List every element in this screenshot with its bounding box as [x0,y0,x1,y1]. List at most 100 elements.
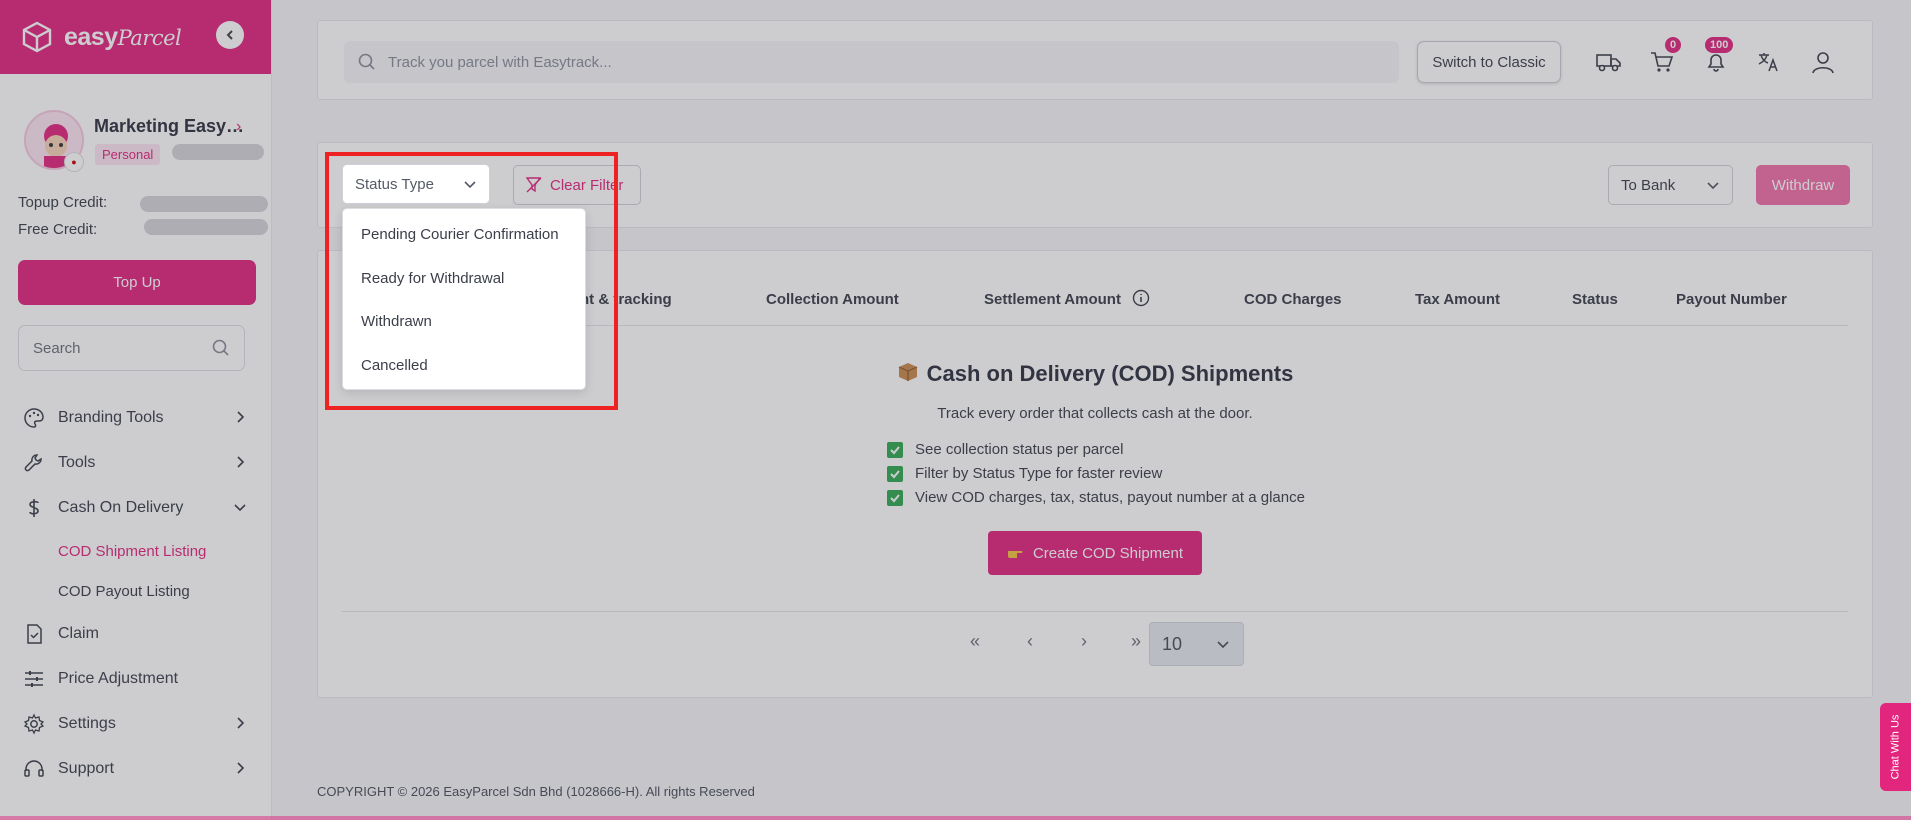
top-bar: Switch to Classic 0 100 [317,20,1873,100]
sidebar-item-cod-payout-listing[interactable]: COD Payout Listing [58,583,190,600]
search-icon [212,339,230,357]
settlement-amount-label: Settlement Amount [984,291,1121,308]
status-type-select[interactable]: Status Type [342,164,490,204]
dollar-icon [22,496,46,520]
chat-label: Chat With Us [1889,714,1902,780]
column-header-status[interactable]: Status [1572,291,1618,308]
clear-filter-label: Clear Filter [550,176,624,194]
info-icon[interactable] [1132,289,1150,307]
first-page-icon[interactable]: « [961,627,989,655]
sidebar-item-label: Support [58,760,115,777]
chevron-right-icon[interactable]: › [236,118,241,136]
sidebar-item-settings[interactable]: Settings [22,711,248,737]
feature-item: Filter by Status Type for faster review [887,465,1162,482]
feature-text: Filter by Status Type for faster review [915,465,1163,482]
easytrack-input[interactable] [388,53,1288,71]
last-page-icon[interactable]: » [1122,627,1150,655]
search-placeholder: Search [33,339,81,357]
cart-count-badge: 0 [1665,37,1682,53]
palette-icon [22,406,46,430]
sidebar-item-cash-on-delivery[interactable]: Cash On Delivery [22,495,248,521]
switch-to-classic-button[interactable]: Switch to Classic [1417,41,1561,83]
chevron-right-icon [232,760,248,776]
column-header-collection-amount[interactable]: Collection Amount [766,291,899,308]
status-option-pending-courier-confirmation[interactable]: Pending Courier Confirmation [361,226,559,243]
box-logo-icon [20,20,54,54]
headset-icon [22,757,46,781]
easytrack-search-field[interactable] [344,41,1399,83]
sidebar: easyParcel ● Marketing Easy… › Personal … [0,0,272,820]
package-icon [897,361,919,383]
footer-copyright: COPYRIGHT © 2026 EasyParcel Sdn Bhd (102… [317,784,755,799]
logo-bar: easyParcel [0,0,271,74]
sidebar-item-label: Tools [58,454,96,471]
column-header-shipment-tracking[interactable]: nt & tracking [580,291,672,308]
checkmark-icon [887,489,903,506]
sidebar-item-branding-tools[interactable]: Branding Tools [22,405,248,431]
brand-logo[interactable]: easyParcel [64,23,182,52]
collapse-sidebar-button[interactable] [216,21,244,49]
feature-text: View COD charges, tax, status, payout nu… [915,489,1305,506]
bottom-accent-bar [0,816,1911,820]
bell-icon[interactable]: 100 [1701,37,1734,77]
chevron-down-icon [1215,636,1231,652]
status-option-withdrawn[interactable]: Withdrawn [361,313,432,330]
topup-credit-label: Topup Credit: [18,194,108,211]
column-header-cod-charges[interactable]: COD Charges [1244,291,1342,308]
account-type-badge: Personal [95,144,161,165]
gear-icon [22,712,46,736]
chevron-right-icon [232,454,248,470]
sidebar-item-label: Settings [58,715,116,732]
free-credit-label: Free Credit: [18,221,98,238]
truck-icon[interactable] [1594,47,1624,77]
chevron-down-icon [1706,178,1720,192]
column-header-settlement-amount[interactable]: Settlement Amount [984,291,1121,308]
sidebar-item-cod-shipment-listing[interactable]: COD Shipment Listing [58,543,206,560]
chevron-left-icon [226,30,233,40]
translate-icon[interactable] [1754,47,1784,77]
redacted-info [172,144,264,160]
flag-icon: ● [64,152,84,172]
to-bank-value: To Bank [1621,176,1676,194]
create-cod-shipment-label: Create COD Shipment [1032,544,1184,562]
sidebar-item-support[interactable]: Support [22,756,248,782]
profile-panel: ● Marketing Easy… › Personal [0,74,272,194]
feature-item: See collection status per parcel [887,441,1123,458]
notification-count-badge: 100 [1705,37,1734,53]
status-option-cancelled[interactable]: Cancelled [361,357,428,374]
feature-item: View COD charges, tax, status, payout nu… [887,489,1305,506]
redacted-free-credit [144,219,268,235]
cart-icon[interactable]: 0 [1647,37,1682,77]
sidebar-item-price-adjustment[interactable]: Price Adjustment [22,666,248,692]
redacted-topup-credit [140,196,268,212]
top-up-button[interactable]: Top Up [18,260,256,305]
sidebar-item-claim[interactable]: Claim [22,621,248,647]
chevron-down-icon [463,177,477,191]
sliders-icon [22,667,46,691]
sidebar-item-label: Price Adjustment [58,670,179,687]
pager-divider [342,611,1848,612]
sidebar-item-tools[interactable]: Tools [22,450,248,476]
status-type-select-wrapper: Status Type [342,164,490,204]
column-header-tax-amount[interactable]: Tax Amount [1415,291,1500,308]
profile-name[interactable]: Marketing Easy… [94,116,244,137]
create-cod-shipment-button[interactable]: Create COD Shipment [988,531,1202,575]
status-type-dropdown: Pending Courier Confirmation Ready for W… [342,208,586,390]
column-header-payout-number[interactable]: Payout Number [1676,291,1787,308]
page-size-select[interactable]: 10 [1149,622,1244,666]
previous-page-icon[interactable]: ‹ [1016,627,1044,655]
clear-filter-button[interactable]: Clear Filter [513,165,641,205]
to-bank-select[interactable]: To Bank [1608,165,1733,205]
wrench-icon [22,451,46,475]
withdraw-button[interactable]: Withdraw [1756,165,1850,205]
sidebar-item-label: Cash On Delivery [58,499,184,516]
sidebar-item-label: Branding Tools [58,409,164,426]
claim-doc-icon [22,622,46,646]
next-page-icon[interactable]: › [1070,627,1098,655]
chevron-down-icon [232,499,248,515]
user-profile-icon[interactable] [1808,47,1838,77]
sidebar-search-input[interactable]: Search [18,325,245,371]
chevron-right-icon [232,715,248,731]
chat-with-us-button[interactable]: Chat With Us [1880,703,1911,791]
status-option-ready-for-withdrawal[interactable]: Ready for Withdrawal [361,270,504,287]
